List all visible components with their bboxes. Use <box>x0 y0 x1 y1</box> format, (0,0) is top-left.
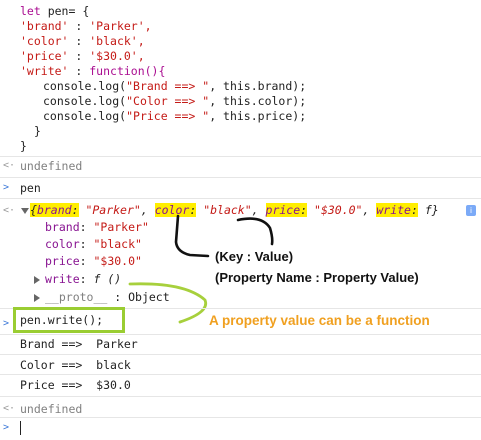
input-arrow-icon: > <box>3 318 10 329</box>
undefined-result: undefined <box>20 402 83 416</box>
separator <box>0 417 481 418</box>
log-line: Brand ==> Parker <box>20 337 138 351</box>
prompt-arrow-icon: > <box>3 422 10 433</box>
annotation-function-note: A property value can be a function <box>209 313 430 328</box>
result-arrow-icon: <· <box>3 403 16 414</box>
separator <box>0 396 481 397</box>
separator <box>0 334 481 335</box>
annotation-key-value: (Key : Value) <box>215 249 294 264</box>
console-input-caret[interactable] <box>20 421 21 435</box>
separator <box>0 354 481 355</box>
annotation-property-name-value: (Property Name : Property Value) <box>215 270 419 285</box>
separator <box>0 374 481 375</box>
log-line: Color ==> black <box>20 358 131 372</box>
log-line: Price ==> $30.0 <box>20 378 131 392</box>
write-command: pen.write(); <box>20 313 104 327</box>
